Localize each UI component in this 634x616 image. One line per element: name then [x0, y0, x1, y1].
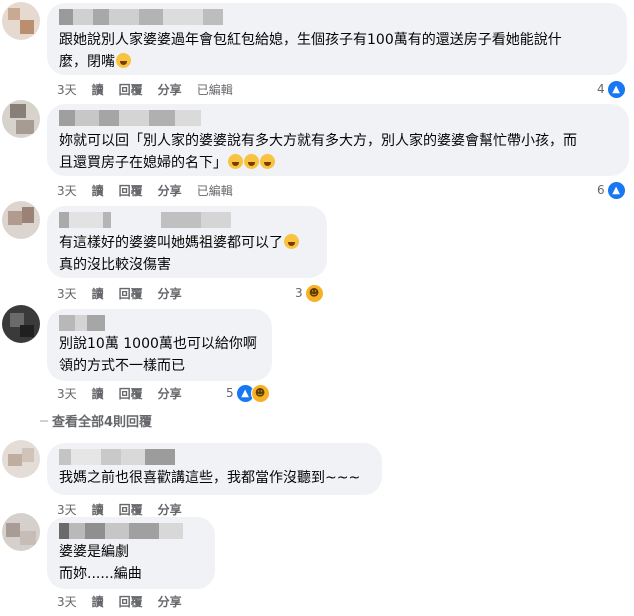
edited-label: 已編輯: [196, 82, 233, 97]
comment-actions: 3天 讀 回覆 分享 已編輯: [57, 80, 248, 98]
comment-bubble: 妳就可以回「別人家的婆婆說有多大方就有多大方，別人家的婆婆會幫忙帶小孩，而 且還…: [47, 104, 629, 176]
laughing-face-icon: [284, 234, 299, 249]
reaction-count: 3: [295, 286, 303, 300]
commenter-name-blurred[interactable]: [59, 449, 175, 467]
comment-text: 別說10萬 1000萬也可以給你啊 領的方式不一樣而已: [59, 336, 257, 374]
comment-bubble: 我媽之前也很喜歡講這些，我都當作沒聽到~~~: [47, 443, 382, 495]
comment-actions: 3天 讀 回覆 分享: [57, 384, 197, 402]
comment-actions: 3天 讀 回覆 分享: [57, 284, 197, 302]
share-link[interactable]: 分享: [158, 81, 182, 98]
timestamp[interactable]: 3天: [57, 501, 77, 518]
avatar[interactable]: [2, 513, 40, 551]
read-link[interactable]: 讀: [92, 385, 104, 402]
reaction-count: 4: [597, 82, 605, 96]
avatar[interactable]: [2, 440, 40, 478]
avatar[interactable]: [2, 305, 40, 343]
reaction-summary[interactable]: 6 ▲: [597, 180, 626, 200]
thread-line: [40, 420, 48, 422]
commenter-name-blurred[interactable]: [59, 9, 223, 27]
commenter-name-blurred[interactable]: [59, 212, 231, 230]
view-all-replies-link[interactable]: 查看全部4則回覆: [52, 411, 152, 430]
tired-face-icon: [116, 53, 131, 68]
reaction-count: 6: [597, 183, 605, 197]
reply-link[interactable]: 回覆: [119, 501, 143, 518]
commenter-name-blurred[interactable]: [59, 110, 201, 128]
avatar[interactable]: [2, 100, 40, 138]
commenter-name-blurred[interactable]: [59, 315, 105, 333]
comment-bubble: 有這樣好的婆婆叫她媽祖婆都可以了 真的沒比較沒傷害: [47, 206, 327, 278]
comment-bubble: 婆婆是編劇 而妳......編曲: [47, 517, 215, 589]
share-link[interactable]: 分享: [158, 501, 182, 518]
reaction-summary[interactable]: 5 ▲ ☻: [226, 383, 270, 403]
read-link[interactable]: 讀: [92, 285, 104, 302]
comment-text: 妳就可以回「別人家的婆婆說有多大方就有多大方，別人家的婆婆會幫忙帶小孩，而 且還…: [59, 133, 577, 171]
share-link[interactable]: 分享: [158, 385, 182, 402]
read-link[interactable]: 讀: [92, 501, 104, 518]
read-link[interactable]: 讀: [92, 182, 104, 199]
edited-label: 已編輯: [196, 183, 233, 198]
reply-link[interactable]: 回覆: [119, 385, 143, 402]
comment-text: 我媽之前也很喜歡講這些，我都當作沒聽到~~~: [59, 470, 361, 486]
thumbs-up-icon: ▲: [606, 79, 626, 99]
reaction-summary[interactable]: 4 ▲: [597, 79, 626, 99]
avatar[interactable]: [2, 2, 40, 40]
comment-actions: 3天 讀 回覆 分享: [57, 500, 197, 518]
reaction-summary[interactable]: 3 ☻: [295, 283, 324, 303]
laughing-face-icon: [228, 154, 243, 169]
read-link[interactable]: 讀: [92, 81, 104, 98]
avatar[interactable]: [2, 201, 40, 239]
comment-text: 婆婆是編劇 而妳......編曲: [59, 544, 142, 582]
comment-bubble: 跟她說別人家婆婆過年會包紅包給媳，生個孩子有100萬有的還送房子看她能說什 麼，…: [47, 3, 627, 75]
commenter-name-blurred[interactable]: [59, 523, 183, 541]
timestamp[interactable]: 3天: [57, 285, 77, 302]
read-link[interactable]: 讀: [92, 593, 104, 610]
comment-bubble: 別說10萬 1000萬也可以給你啊 領的方式不一樣而已: [47, 309, 272, 381]
reaction-count: 5: [226, 386, 234, 400]
laughing-face-icon: ☻: [304, 283, 324, 303]
comment-text: 有這樣好的婆婆叫她媽祖婆都可以了 真的沒比較沒傷害: [59, 232, 299, 276]
reply-link[interactable]: 回覆: [119, 285, 143, 302]
laughing-face-icon: [244, 154, 259, 169]
timestamp[interactable]: 3天: [57, 81, 77, 98]
share-link[interactable]: 分享: [158, 182, 182, 199]
laughing-face-icon: ☻: [250, 383, 270, 403]
reply-link[interactable]: 回覆: [119, 81, 143, 98]
timestamp[interactable]: 3天: [57, 182, 77, 199]
laughing-face-icon: [260, 154, 275, 169]
reply-link[interactable]: 回覆: [119, 593, 143, 610]
timestamp[interactable]: 3天: [57, 593, 77, 610]
reply-link[interactable]: 回覆: [119, 182, 143, 199]
thumbs-up-icon: ▲: [606, 180, 626, 200]
share-link[interactable]: 分享: [158, 285, 182, 302]
comment-text: 跟她說別人家婆婆過年會包紅包給媳，生個孩子有100萬有的還送房子看她能說什 麼，…: [59, 32, 562, 70]
timestamp[interactable]: 3天: [57, 385, 77, 402]
comment-actions: 3天 讀 回覆 分享 已編輯: [57, 181, 248, 199]
share-link[interactable]: 分享: [158, 593, 182, 610]
comment-actions: 3天 讀 回覆 分享: [57, 592, 197, 610]
